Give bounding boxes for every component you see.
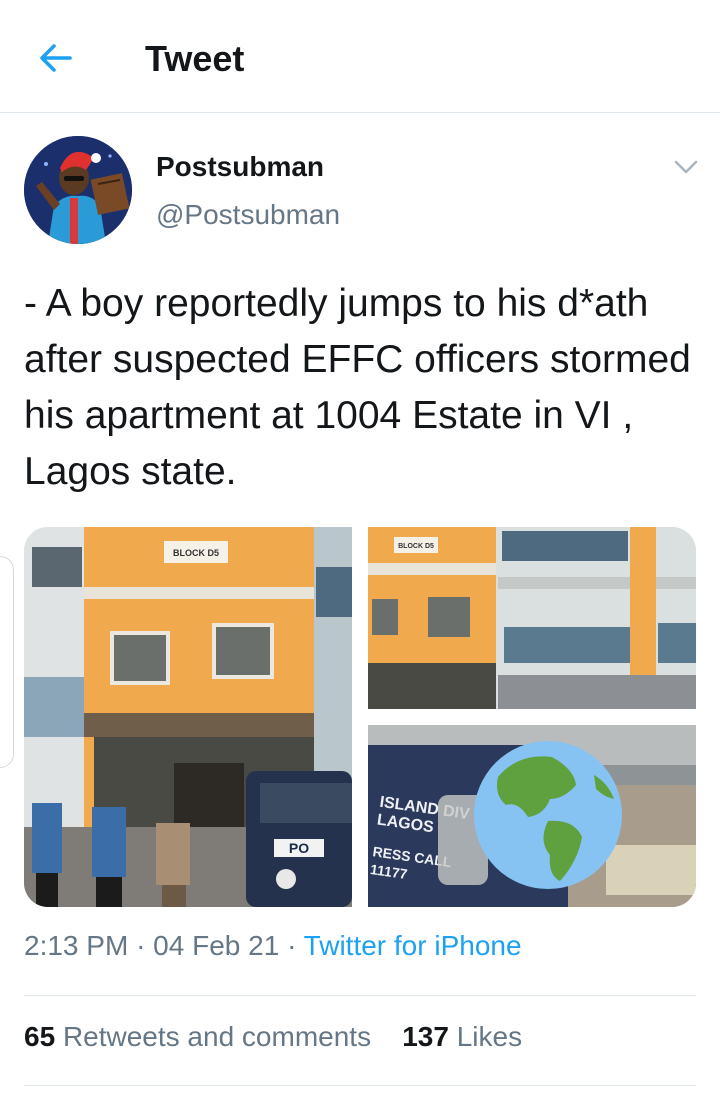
tweet-date: 04 Feb 21 — [153, 930, 280, 961]
globe-icon — [474, 741, 622, 889]
edge-panel-handle[interactable] — [0, 556, 14, 768]
tweet-photo-3[interactable]: ISLAND DIV LAGOS RESS CALL 11177 — [368, 725, 696, 907]
page-title: Tweet — [145, 38, 245, 79]
media-grid: BLOCK D5 PO BLOCK D5 ISLAND DIV LAGOS RE… — [24, 527, 696, 907]
divider — [24, 995, 696, 996]
display-name[interactable]: Postsubman — [156, 151, 324, 183]
likes-stat[interactable]: 137 Likes — [402, 1021, 522, 1052]
retweets-count: 65 — [24, 1021, 56, 1052]
source-link[interactable]: Twitter for iPhone — [304, 930, 522, 961]
car-text: PO — [289, 840, 309, 856]
avatar[interactable] — [24, 136, 132, 244]
building-sign: BLOCK D5 — [398, 543, 434, 550]
tweet-stats: 65 Retweets and comments 137 Likes — [24, 1021, 522, 1053]
divider — [24, 1085, 696, 1086]
retweets-label: Retweets and comments — [62, 1021, 372, 1052]
tweet-time: 2:13 PM — [24, 930, 129, 961]
tweet-text: - A boy reportedly jumps to his d*ath af… — [24, 282, 691, 493]
retweets-stat[interactable]: 65 Retweets and comments — [24, 1021, 371, 1052]
meta-separator: · — [287, 930, 297, 961]
tweet-meta: 2:13 PM · 04 Feb 21 · Twitter for iPhone — [24, 930, 522, 962]
meta-separator: · — [136, 930, 146, 961]
top-bar: Tweet — [0, 0, 720, 113]
likes-label: Likes — [456, 1021, 523, 1052]
tweet-photo-1[interactable]: BLOCK D5 PO — [24, 527, 352, 907]
likes-count: 137 — [402, 1021, 449, 1052]
user-handle[interactable]: @Postsubman — [156, 199, 340, 231]
chevron-down-icon[interactable] — [672, 156, 700, 178]
building-sign: BLOCK D5 — [173, 548, 219, 558]
avatar-illustration — [24, 136, 132, 244]
arrow-left-icon[interactable] — [34, 36, 78, 80]
tweet-photo-2[interactable]: BLOCK D5 — [368, 527, 696, 709]
